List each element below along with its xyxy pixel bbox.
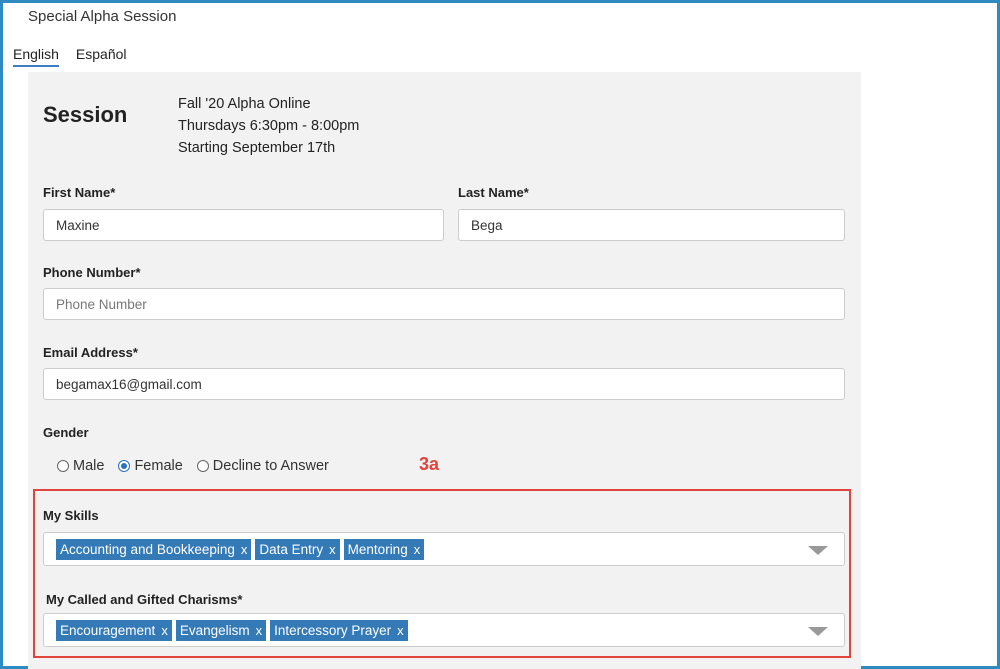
gender-option-male[interactable]: Male xyxy=(57,458,104,474)
session-details: Fall '20 Alpha Online Thursdays 6:30pm -… xyxy=(178,93,359,159)
decline-radio-label: Decline to Answer xyxy=(212,458,329,474)
session-schedule: Thursdays 6:30pm - 8:00pm xyxy=(178,118,360,134)
tab-espanol[interactable]: Español xyxy=(76,46,127,67)
gender-radio-group: Male Female Decline to Answer xyxy=(57,458,343,474)
step-annotation: 3a xyxy=(419,454,440,474)
female-radio-label: Female xyxy=(134,458,183,474)
app-title: Special Alpha Session xyxy=(28,8,177,25)
male-radio-label: Male xyxy=(73,458,105,474)
session-name: Fall '20 Alpha Online xyxy=(178,96,311,112)
email-field[interactable] xyxy=(43,368,845,400)
gender-label: Gender xyxy=(43,425,89,440)
decline-radio[interactable] xyxy=(196,460,209,472)
female-radio[interactable] xyxy=(118,460,131,472)
male-radio[interactable] xyxy=(57,460,69,472)
first-name-label: First Name* xyxy=(43,185,116,200)
last-name-label: Last Name* xyxy=(458,185,529,200)
language-tabs: English Español xyxy=(13,46,127,67)
gender-option-female[interactable]: Female xyxy=(118,458,183,474)
tab-english[interactable]: English xyxy=(13,46,59,67)
first-name-field[interactable] xyxy=(43,209,444,241)
email-label: Email Address* xyxy=(43,345,138,360)
phone-field[interactable] xyxy=(43,288,845,320)
phone-label: Phone Number* xyxy=(43,265,141,280)
session-heading: Session xyxy=(43,102,128,127)
gender-option-decline[interactable]: Decline to Answer xyxy=(196,458,329,474)
last-name-field[interactable] xyxy=(458,209,845,241)
annotation-highlight-box xyxy=(33,489,851,658)
session-start-date: Starting September 17th xyxy=(178,140,336,156)
